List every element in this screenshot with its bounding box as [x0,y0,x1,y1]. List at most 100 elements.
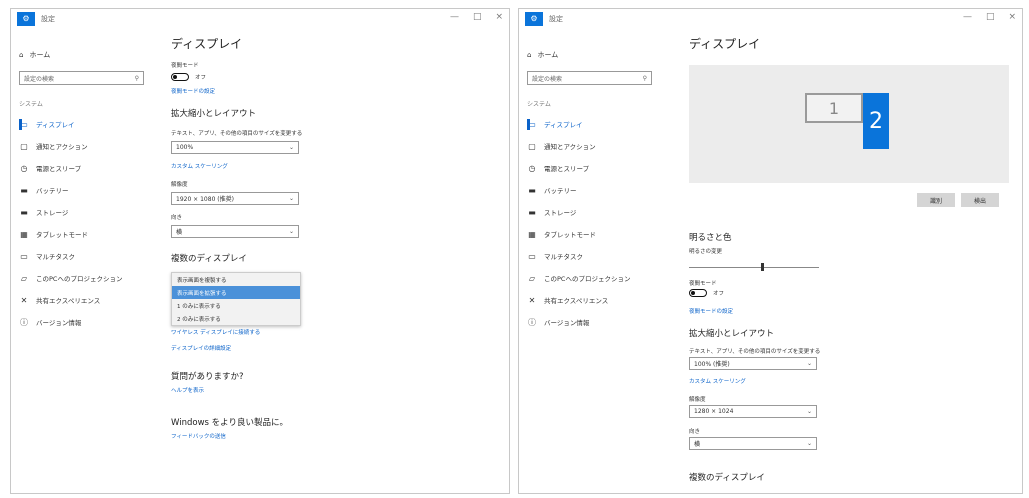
sidebar-item[interactable]: ▬ バッテリー [19,184,151,196]
help-link[interactable]: ヘルプを表示 [171,386,491,394]
sidebar-item[interactable]: ◷ 電源とスリープ [19,162,151,174]
sidebar-item[interactable]: ▢ 通知とアクション [527,140,659,152]
home-icon: ⌂ [19,51,24,59]
detect-button[interactable]: 検出 [961,193,999,207]
orientation-select[interactable]: 横 ⌄ [689,437,817,450]
search-placeholder: 設定の検索 [24,75,55,83]
sidebar-item-label: ディスプレイ [36,121,75,129]
feedback-heading: Windows をより良い製品に。 [171,418,288,428]
settings-window-left: ⚙ 設定 — □ × ⌂ ホーム 設定の検索 ⚲ システム ▭ ディスプレイ ▢ 通知… [10,8,510,494]
sidebar-item[interactable]: ⓘ バージョン情報 [19,316,151,328]
sidebar-item-label: このPCへのプロジェクション [544,275,631,283]
home-label: ホーム [29,51,51,59]
sidebar-item-label: バッテリー [544,187,577,195]
window-title: 設定 [41,15,55,23]
night-light-settings-link[interactable]: 夜間モードの設定 [171,87,491,95]
scale-select[interactable]: 100% ⌄ [171,141,299,154]
project-icon: ▱ [528,273,536,283]
sidebar-item[interactable]: ▬ ストレージ [19,206,151,218]
nav-section-label: システム [527,101,551,108]
custom-scaling-link[interactable]: カスタム スケーリング [689,377,746,385]
brightness-label: 明るさの変更 [689,249,723,255]
chevron-down-icon: ⌄ [806,440,812,447]
sidebar-item-label: バージョン情報 [36,319,82,327]
scale-heading: 拡大縮小とレイアウト [171,109,257,119]
minimize-button[interactable]: — [450,12,459,22]
scale-value: 100% [176,144,194,151]
identify-button[interactable]: 識別 [917,193,955,207]
orientation-select[interactable]: 横 ⌄ [171,225,299,238]
resolution-label: 解像度 [689,397,706,403]
dropdown-option[interactable]: 1 のみに表示する [172,299,300,312]
night-light-toggle[interactable] [171,73,189,81]
night-light-settings-link[interactable]: 夜間モードの設定 [689,307,733,315]
night-light-label: 夜間モード [171,63,199,69]
tablet-icon: ▦ [20,229,28,239]
brightness-slider-thumb[interactable] [761,263,764,271]
project-icon: ▱ [20,273,28,283]
sidebar-item[interactable]: ▦ タブレットモード [527,228,659,240]
maximize-button[interactable]: □ [473,12,482,22]
brightness-heading: 明るさと色 [689,233,732,243]
multi-display-heading: 複数のディスプレイ [689,473,765,483]
sidebar: ⌂ ホーム 設定の検索 ⚲ システム ▭ ディスプレイ ▢ 通知とアクション ◷ 電源とス… [519,31,659,493]
feedback-link[interactable]: フィードバックの送信 [171,432,491,440]
desktop: ⚙ 設定 — □ × ⌂ ホーム 設定の検索 ⚲ システム ▭ ディスプレイ ▢ 通知… [0,0,1029,498]
page-title: ディスプレイ [689,37,761,51]
sidebar-item[interactable]: ▢ 通知とアクション [19,140,151,152]
sidebar-item[interactable]: ✕ 共有エクスペリエンス [527,294,659,306]
sidebar-item[interactable]: ▭ マルチタスク [527,250,659,262]
sidebar-item[interactable]: ▭ ディスプレイ [527,118,659,130]
advanced-display-link[interactable]: ディスプレイの詳細設定 [171,344,491,352]
home-link[interactable]: ⌂ ホーム [19,47,151,63]
close-button[interactable]: × [1008,12,1016,22]
storage-icon: ▬ [528,207,536,217]
multi-display-dropdown[interactable]: 表示画面を複製する 表示画面を拡張する 1 のみに表示する 2 のみに表示する [171,272,301,326]
monitor-2-tile[interactable]: 2 [863,93,889,149]
monitor-1-tile[interactable]: 1 [805,93,863,123]
night-light-label: 夜間モード [689,281,717,287]
sidebar-item[interactable]: ▭ ディスプレイ [19,118,151,130]
search-placeholder: 設定の検索 [532,75,563,83]
sidebar-item[interactable]: ▬ ストレージ [527,206,659,218]
chat-icon: ▢ [20,141,28,151]
night-light-toggle[interactable] [689,289,707,297]
resolution-select[interactable]: 1280 × 1024 ⌄ [689,405,817,418]
dropdown-option[interactable]: 表示画面を複製する [172,273,300,286]
title-bar: ⚙ 設定 — □ × [519,9,1022,29]
close-button[interactable]: × [495,12,503,22]
sidebar-item[interactable]: ▱ このPCへのプロジェクション [19,272,151,284]
search-input[interactable]: 設定の検索 ⚲ [19,71,144,85]
power-icon: ◷ [528,163,536,173]
search-input[interactable]: 設定の検索 ⚲ [527,71,652,85]
sidebar-item-label: ストレージ [544,209,577,217]
dropdown-option[interactable]: 表示画面を拡張する [172,286,300,299]
sidebar-item[interactable]: ◷ 電源とスリープ [527,162,659,174]
multitask-icon: ▭ [20,251,28,261]
storage-icon: ▬ [20,207,28,217]
scale-label: テキスト、アプリ、その他の項目のサイズを変更する [171,131,303,137]
chevron-down-icon: ⌄ [806,360,812,367]
sidebar-item[interactable]: ✕ 共有エクスペリエンス [19,294,151,306]
sidebar-item-label: マルチタスク [36,253,75,261]
sidebar-item[interactable]: ▬ バッテリー [527,184,659,196]
sidebar-item[interactable]: ▭ マルチタスク [19,250,151,262]
scale-select[interactable]: 100% (推奨) ⌄ [689,357,817,370]
resolution-select[interactable]: 1920 × 1080 (推奨) ⌄ [171,192,299,205]
chevron-down-icon: ⌄ [288,228,294,235]
sidebar-item[interactable]: ▦ タブレットモード [19,228,151,240]
chat-icon: ▢ [528,141,536,151]
sidebar-item[interactable]: ▱ このPCへのプロジェクション [527,272,659,284]
home-link[interactable]: ⌂ ホーム [527,47,659,63]
minimize-button[interactable]: — [963,12,972,22]
power-icon: ◷ [20,163,28,173]
wireless-display-link[interactable]: ワイヤレス ディスプレイに接続する [171,328,491,336]
search-icon: ⚲ [134,74,139,82]
custom-scaling-link[interactable]: カスタム スケーリング [171,162,491,170]
sidebar-item-label: 電源とスリープ [544,165,590,173]
maximize-button[interactable]: □ [986,12,995,22]
sidebar-item[interactable]: ⓘ バージョン情報 [527,316,659,328]
dropdown-option[interactable]: 2 のみに表示する [172,312,300,325]
brightness-slider[interactable] [689,267,819,268]
search-icon: ⚲ [642,74,647,82]
